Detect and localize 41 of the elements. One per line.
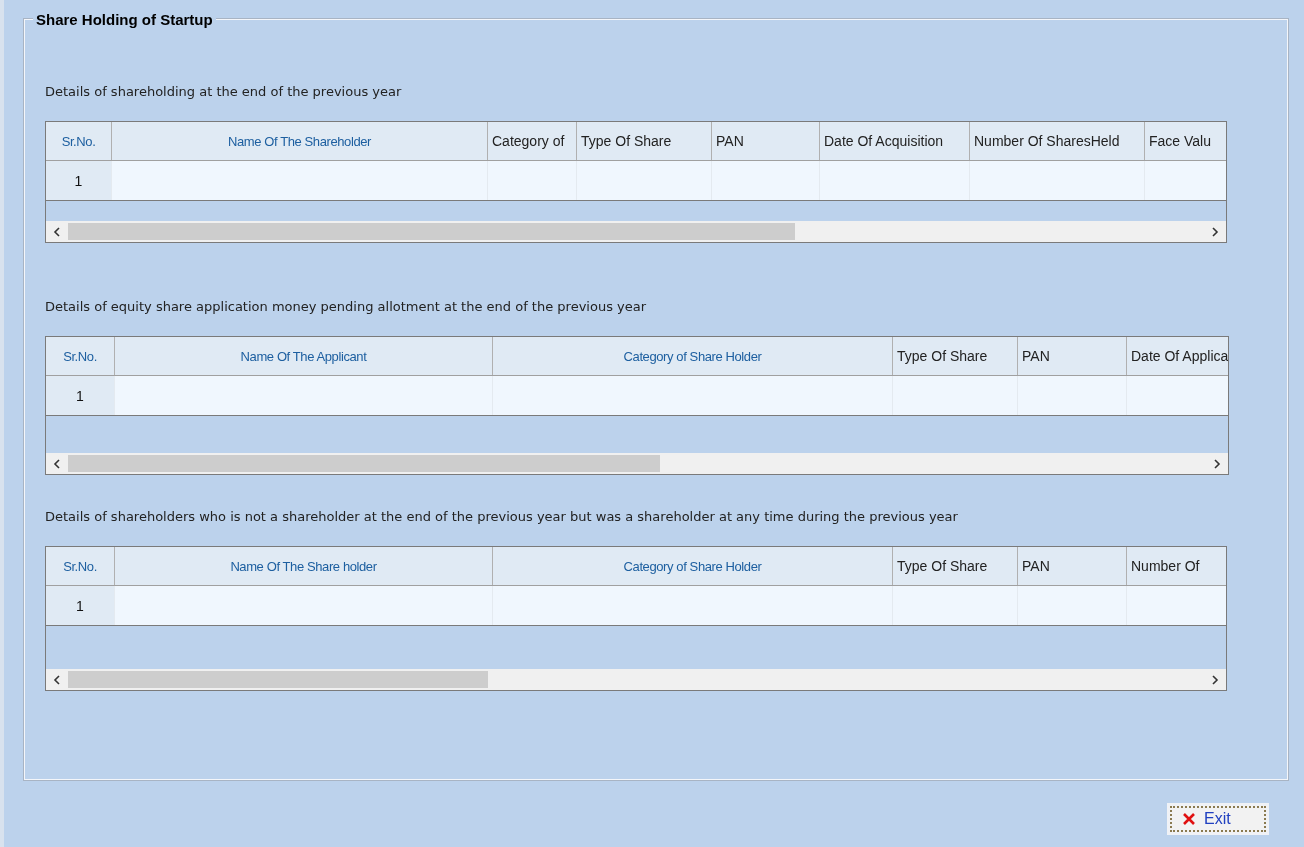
horizontal-scrollbar[interactable]	[46, 221, 1226, 242]
scrollbar-thumb[interactable]	[68, 671, 489, 688]
column-header[interactable]: PAN	[1018, 547, 1127, 585]
column-header[interactable]: Category of Share Holder	[493, 547, 893, 585]
horizontal-scrollbar[interactable]	[46, 669, 1226, 690]
column-header[interactable]: Number Of	[1127, 547, 1226, 585]
column-header[interactable]: Sr.No.	[46, 122, 112, 160]
column-header[interactable]: Type Of Share	[893, 547, 1018, 585]
column-header[interactable]: Face Valu	[1145, 122, 1226, 160]
row-number: 1	[46, 586, 115, 625]
scroll-left-icon[interactable]	[53, 458, 61, 469]
column-header[interactable]: PAN	[712, 122, 820, 160]
section-caption: Details of equity share application money pending allotment at the end of the previous year	[45, 299, 648, 314]
scrollbar-thumb[interactable]	[68, 223, 796, 240]
close-icon	[1182, 812, 1196, 826]
column-header[interactable]: Name Of The Applicant	[115, 337, 493, 375]
group-title: Share Holding of Startup	[33, 11, 216, 28]
column-header[interactable]: Type Of Share	[577, 122, 712, 160]
column-header[interactable]: Type Of Share	[893, 337, 1018, 375]
column-header[interactable]: Number Of SharesHeld	[970, 122, 1145, 160]
scrollbar-thumb[interactable]	[68, 455, 660, 472]
horizontal-scrollbar[interactable]	[46, 453, 1228, 474]
column-header[interactable]: Sr.No.	[46, 337, 115, 375]
scroll-right-icon[interactable]	[1213, 458, 1221, 469]
section-caption: Details of shareholders who is not a shareholder at the end of the previous year but was a shareholder at any time during the previous year	[45, 509, 959, 524]
column-header[interactable]: PAN	[1018, 337, 1127, 375]
column-header[interactable]: Date Of Applica	[1127, 337, 1228, 375]
exit-button[interactable]: Exit	[1170, 806, 1266, 832]
scroll-left-icon[interactable]	[53, 226, 61, 237]
scroll-right-icon[interactable]	[1211, 674, 1219, 685]
column-header[interactable]: Name Of The Share holder	[115, 547, 493, 585]
section-caption: Details of shareholding at the end of the previous year	[45, 84, 403, 99]
column-header[interactable]: Category of	[488, 122, 577, 160]
column-header[interactable]: Category of Share Holder	[493, 337, 893, 375]
column-header[interactable]: Name Of The Shareholder	[112, 122, 488, 160]
column-header[interactable]: Date Of Acquisition	[820, 122, 970, 160]
column-header[interactable]: Sr.No.	[46, 547, 115, 585]
scroll-right-icon[interactable]	[1211, 226, 1219, 237]
row-number: 1	[46, 376, 115, 415]
scroll-left-icon[interactable]	[53, 674, 61, 685]
row-number: 1	[46, 161, 112, 200]
